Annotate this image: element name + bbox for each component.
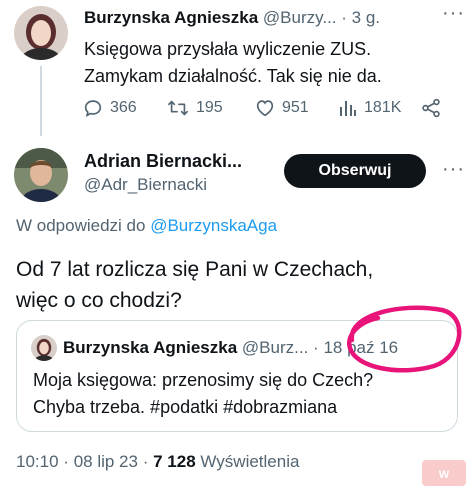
tweet-text-line: Księgowa przysłała wyliczenie ZUS. — [84, 39, 372, 59]
tweet-header: Burzynska Agnieszka @Burzy... · 3 g. — [84, 8, 464, 30]
reply-count: 366 — [110, 99, 137, 116]
tweet-text-line: Zamykam działalność. Tak się nie da. — [84, 66, 382, 86]
views-icon — [338, 98, 358, 118]
reply-icon — [82, 97, 104, 119]
share-button[interactable] — [420, 96, 442, 120]
quoted-author-name: Burzynska Agnieszka — [63, 338, 238, 357]
more-icon[interactable]: ··· — [442, 158, 465, 181]
views-button[interactable]: 181K — [338, 96, 401, 120]
avatar[interactable] — [14, 6, 68, 60]
retweet-button[interactable]: 195 — [166, 96, 223, 120]
separator: · — [313, 338, 319, 357]
views-count: 7 128 — [153, 452, 196, 471]
quoted-tweet-text: Moja księgowa: przenosimy się do Czech? … — [33, 367, 453, 421]
tweet-time[interactable]: 10:10 — [16, 452, 59, 471]
retweet-count: 195 — [196, 99, 223, 116]
tweet-text: Księgowa przysłała wyliczenie ZUS. Zamyk… — [84, 36, 464, 90]
share-icon — [420, 97, 442, 119]
reply-handle-link[interactable]: @BurzynskaAga — [150, 216, 277, 235]
author-name[interactable]: Adrian Biernacki... — [84, 151, 242, 172]
more-icon[interactable]: ··· — [442, 2, 465, 25]
retweet-icon — [166, 97, 190, 119]
follow-button[interactable]: Obserwuj — [284, 154, 426, 188]
quoted-tweet-date: 18 paź 16 — [323, 338, 399, 357]
author-handle[interactable]: @Burzy... — [263, 8, 337, 27]
reply-context: W odpowiedzi do @BurzynskaAga — [16, 216, 277, 236]
tweet-text: Od 7 lat rozlicza się Pani w Czechach, w… — [16, 254, 456, 316]
views-count: 181K — [364, 99, 402, 116]
reply-prefix: W odpowiedzi do — [16, 216, 151, 235]
tweet-actions: 366 195 951 181K — [82, 96, 462, 120]
quoted-tweet-header: Burzynska Agnieszka @Burz... · 18 paź 16 — [63, 338, 398, 358]
quoted-author-handle: @Burz... — [241, 338, 309, 357]
avatar — [31, 335, 57, 361]
tweet-time[interactable]: 3 g. — [352, 8, 380, 27]
watermark-logo: W — [422, 460, 466, 486]
views-label: Wyświetlenia — [200, 452, 300, 471]
separator: · — [341, 8, 347, 27]
author-name[interactable]: Burzynska Agnieszka — [84, 8, 258, 27]
like-button[interactable]: 951 — [254, 96, 309, 120]
author-handle[interactable]: @Adr_Biernacki — [84, 175, 207, 195]
like-count: 951 — [282, 99, 309, 116]
thread-line — [40, 66, 42, 136]
quoted-text-line: Chyba trzeba. #podatki #dobrazmiana — [33, 397, 338, 417]
separator: · — [63, 452, 69, 471]
tweet-text-line: więc o co chodzi? — [16, 289, 182, 312]
tweet-text-line: Od 7 lat rozlicza się Pani w Czechach, — [16, 258, 374, 281]
reply-button[interactable]: 366 — [82, 96, 137, 120]
tweet-meta: 10:10 · 08 lip 23 · 7 128 Wyświetlenia — [16, 452, 299, 472]
quoted-text-line: Moja księgowa: przenosimy się do Czech? — [33, 370, 374, 390]
like-icon — [254, 97, 276, 119]
avatar[interactable] — [14, 148, 68, 202]
quoted-tweet[interactable]: Burzynska Agnieszka @Burz... · 18 paź 16… — [16, 320, 458, 432]
svg-text:W: W — [439, 469, 450, 481]
separator: · — [142, 452, 149, 471]
tweet-date[interactable]: 08 lip 23 — [74, 452, 138, 471]
